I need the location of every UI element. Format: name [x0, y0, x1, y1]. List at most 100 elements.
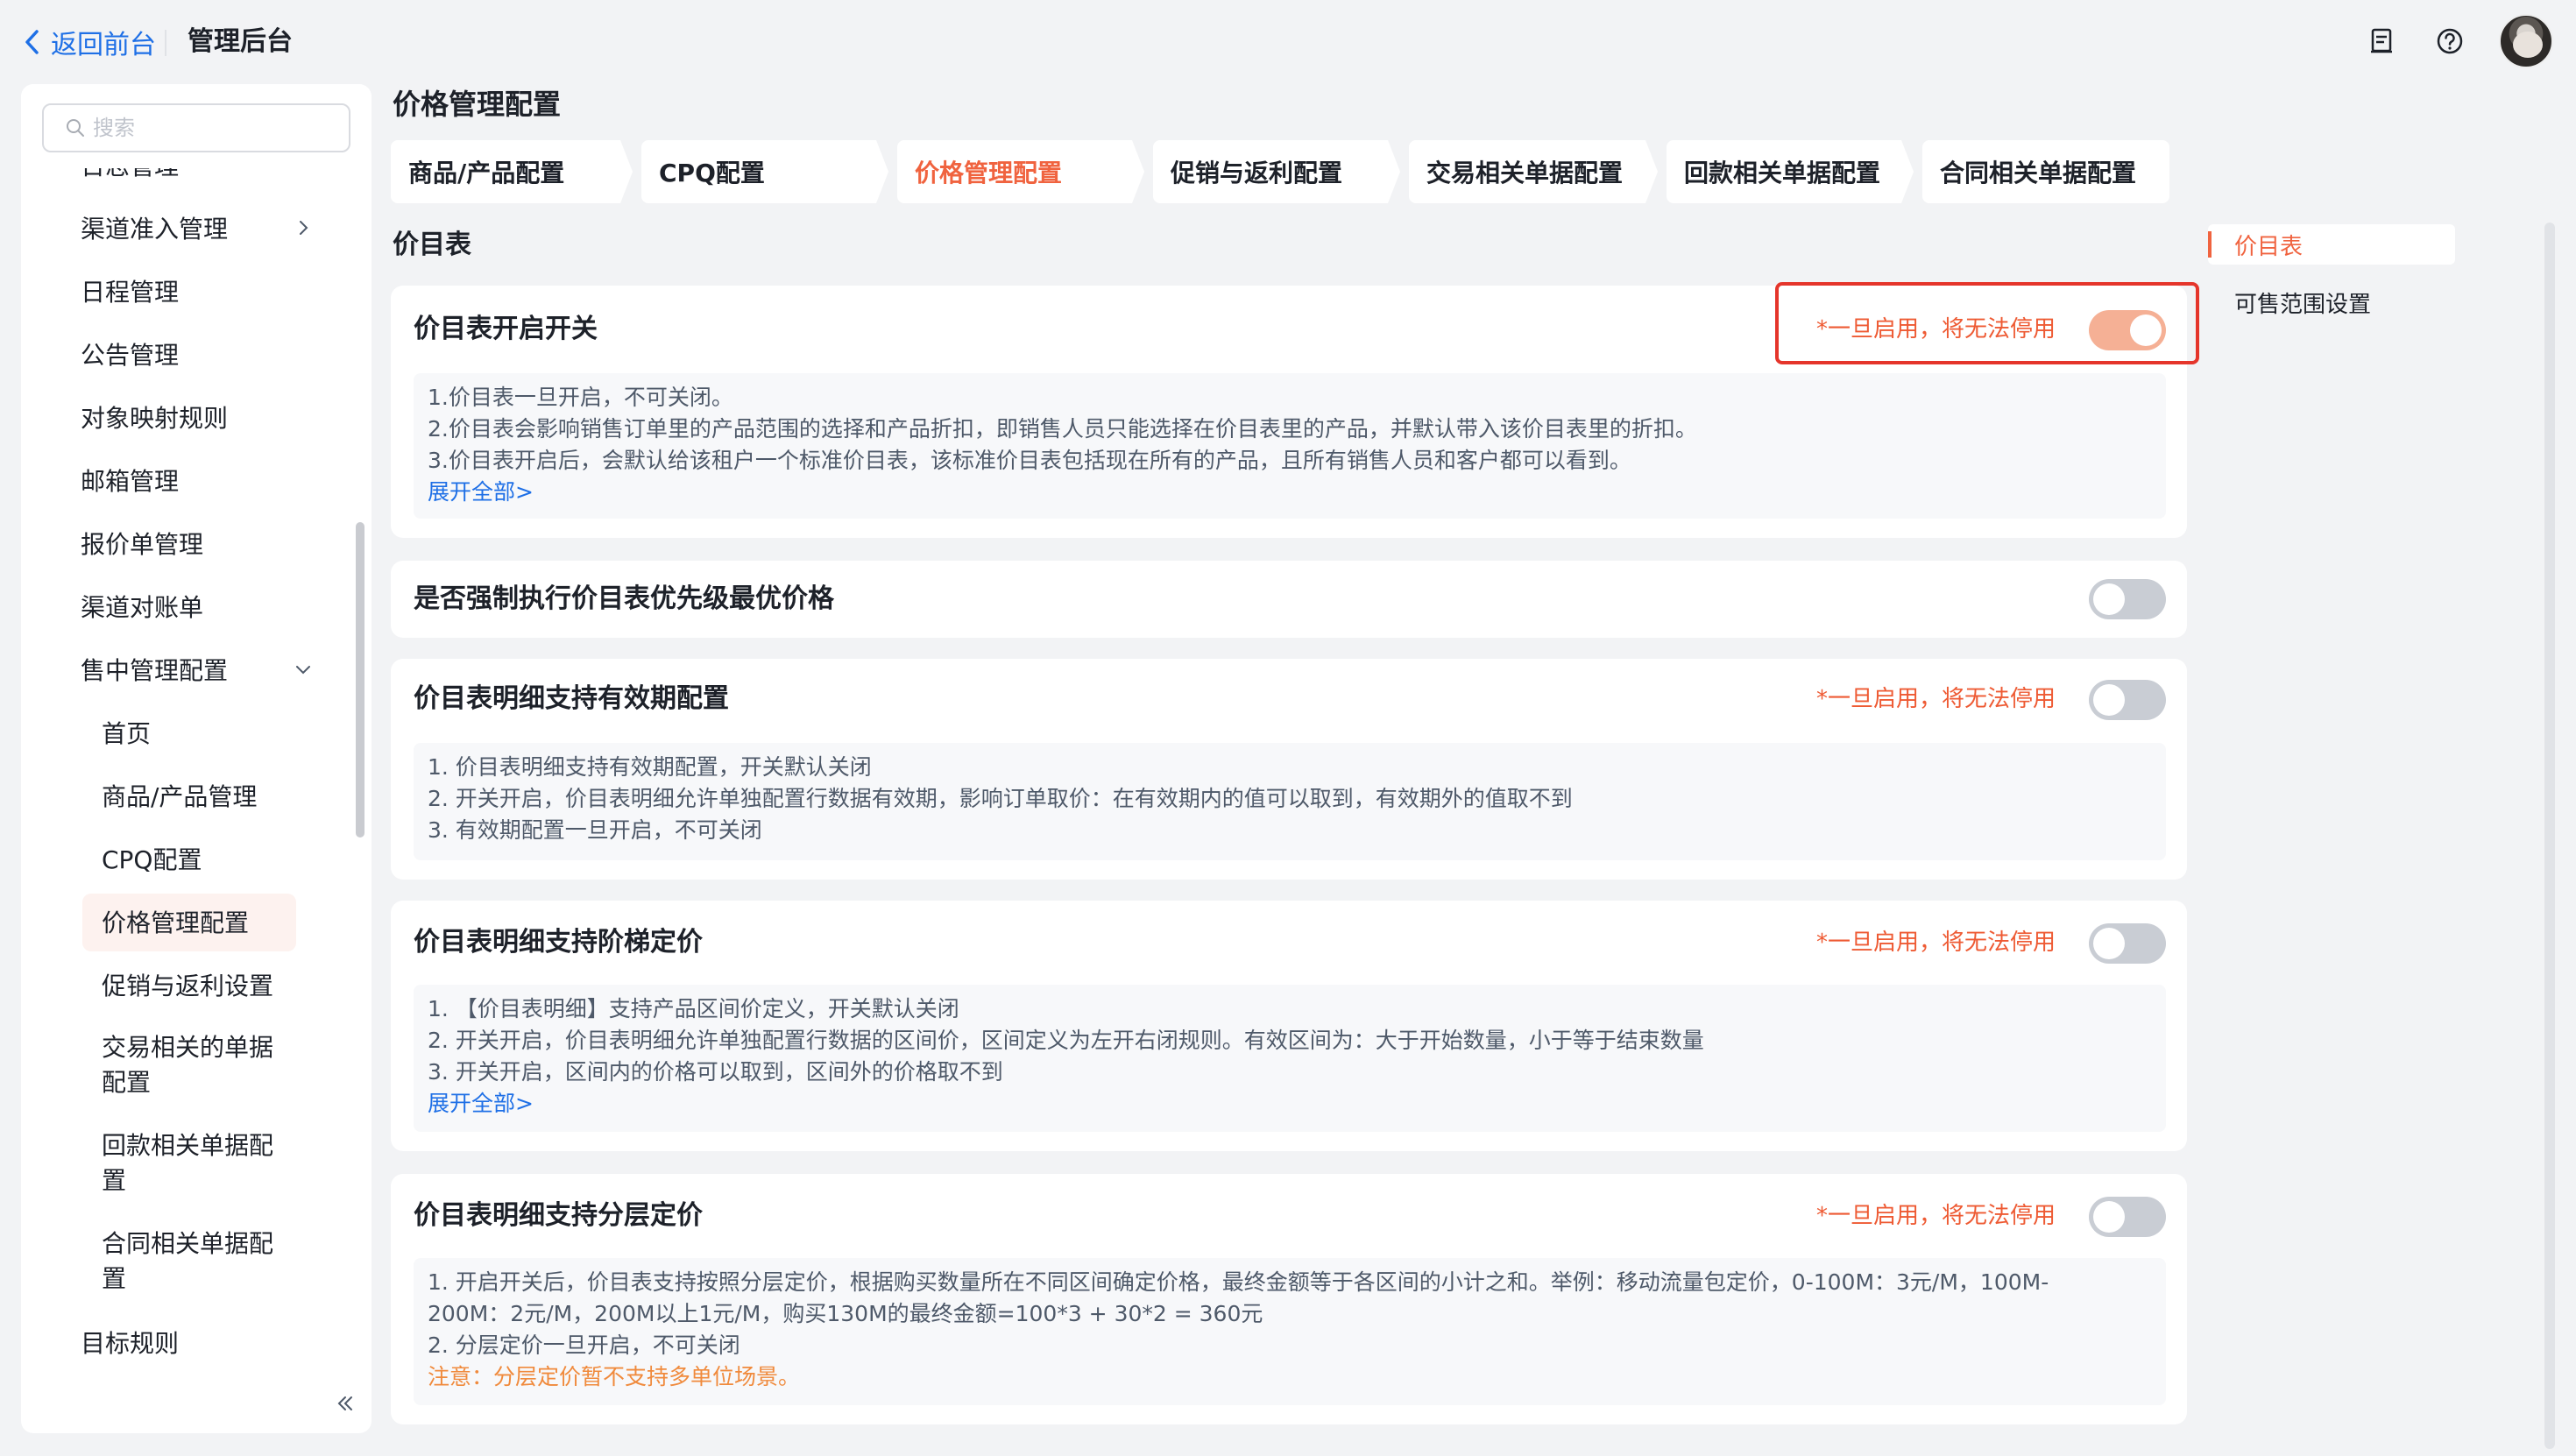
- tab-label: 商品/产品配置: [408, 159, 565, 187]
- price-list-toggle[interactable]: [2089, 310, 2166, 350]
- description-line: 3. 开关开启，区间内的价格可以取到，区间外的价格取不到: [428, 1059, 1003, 1085]
- sidebar-item-logs[interactable]: 日志管理: [21, 168, 354, 196]
- sidebar-item-label: 商品/产品管理: [102, 782, 258, 811]
- sidebar-item-label: 促销与返利设置: [102, 972, 274, 1000]
- sidebar-item-promotion[interactable]: 促销与返利设置: [21, 953, 354, 1016]
- sidebar-menu-list: 日志管理 渠道准入管理 日程管理 公告管理 对象映射规则 邮箱管理 报价单管理 …: [21, 168, 354, 1374]
- sidebar-item-object-mapping[interactable]: 对象映射规则: [21, 385, 354, 449]
- tab-label: 促销与返利配置: [1171, 159, 1343, 187]
- warning-text: *一旦启用，将无法停用: [1815, 929, 2056, 956]
- search-input[interactable]: [93, 116, 338, 140]
- sidebar-item-label: 回款相关单据配置: [102, 1131, 274, 1195]
- description-line: 3. 有效期配置一旦开启，不可关闭: [428, 817, 762, 843]
- warning-text: *一旦启用，将无法停用: [1815, 686, 2056, 712]
- sidebar-item-label: 邮箱管理: [81, 467, 180, 496]
- expand-all-link[interactable]: 展开全部>: [428, 477, 2152, 508]
- sidebar-item-product-management[interactable]: 商品/产品管理: [21, 764, 354, 827]
- sidebar-item-label: 首页: [102, 719, 152, 748]
- anchor-nav: 价目表 可售范围设置: [2208, 224, 2455, 340]
- sidebar-search[interactable]: [42, 103, 350, 152]
- force-best-price-toggle[interactable]: [2089, 579, 2166, 619]
- tab-promotion-config[interactable]: 促销与返利配置: [1153, 140, 1400, 203]
- sidebar-item-trade-docs[interactable]: 交易相关的单据配置: [21, 1016, 354, 1114]
- tab-label: 合同相关单据配置: [1940, 159, 2137, 187]
- description-line: 2.价目表会影响销售订单里的产品范围的选择和产品折扣，即销售人员只能选择在价目表…: [428, 416, 1697, 442]
- chevron-down-icon: [296, 666, 310, 675]
- expand-all-link[interactable]: 展开全部>: [428, 1088, 2152, 1120]
- anchor-label: 价目表: [2234, 233, 2304, 260]
- card-title: 价目表明细支持阶梯定价: [414, 927, 703, 958]
- sidebar-item-label: 目标规则: [81, 1329, 180, 1358]
- card-description: 1. 【价目表明细】支持产品区间价定义，开关默认关闭 2. 开关开启，价目表明细…: [414, 985, 2166, 1132]
- tab-product-config[interactable]: 商品/产品配置: [391, 140, 633, 203]
- sidebar-item-in-sale-config[interactable]: 售中管理配置: [21, 638, 354, 701]
- description-line: 2. 开关开启，价目表明细允许单独配置行数据的区间价，区间定义为左开右闭规则。有…: [428, 1028, 1704, 1053]
- card-title: 价目表明细支持有效期配置: [414, 683, 729, 714]
- tab-contract-docs-config[interactable]: 合同相关单据配置: [1922, 140, 2169, 203]
- user-avatar[interactable]: [2499, 14, 2553, 68]
- description-line: 1.价目表一旦开启，不可关闭。: [428, 385, 733, 410]
- page-title: 价格管理配置: [393, 88, 562, 121]
- description-line: 1. 价目表明细支持有效期配置，开关默认关闭: [428, 754, 872, 780]
- sidebar-item-schedule[interactable]: 日程管理: [21, 259, 354, 322]
- sidebar-item-home[interactable]: 首页: [21, 701, 354, 764]
- chevron-right-icon: [300, 221, 308, 235]
- sidebar-item-contract-docs[interactable]: 合同相关单据配置: [21, 1212, 354, 1311]
- sidebar-item-label: 售中管理配置: [81, 656, 229, 685]
- sidebar-item-label: 价格管理配置: [102, 908, 250, 937]
- setting-card-price-list-switch: 价目表开启开关 *一旦启用，将无法停用 1.价目表一旦开启，不可关闭。 2.价目…: [391, 286, 2187, 538]
- sidebar-item-label: 交易相关的单据配置: [102, 1033, 274, 1097]
- sidebar-item-label: CPQ配置: [102, 845, 202, 874]
- double-chevron-left-icon: [337, 1396, 352, 1410]
- tab-label: 回款相关单据配置: [1684, 159, 1881, 187]
- sidebar-item-label: 渠道准入管理: [81, 215, 229, 244]
- anchor-item-sale-scope[interactable]: 可售范围设置: [2208, 282, 2455, 322]
- setting-card-validity-period: 价目表明细支持有效期配置 *一旦启用，将无法停用 1. 价目表明细支持有效期配置…: [391, 659, 2187, 880]
- sidebar-item-label: 公告管理: [81, 341, 180, 370]
- top-bar: 返回前台 管理后台: [0, 0, 2576, 84]
- sidebar-item-cpq[interactable]: CPQ配置: [21, 827, 354, 890]
- setting-card-layered-pricing: 价目表明细支持分层定价 *一旦启用，将无法停用 1. 开启开关后，价目表支持按照…: [391, 1174, 2187, 1424]
- tab-cpq-config[interactable]: CPQ配置: [641, 140, 888, 203]
- help-icon[interactable]: [2431, 22, 2469, 60]
- sidebar-item-label: 日程管理: [81, 278, 180, 307]
- sidebar-item-mailbox[interactable]: 邮箱管理: [21, 449, 354, 512]
- sidebar-item-label: 对象映射规则: [81, 404, 229, 433]
- layered-pricing-toggle[interactable]: [2089, 1197, 2166, 1237]
- sidebar-item-price-config[interactable]: 价格管理配置: [21, 890, 354, 953]
- sidebar-item-channel-statement[interactable]: 渠道对账单: [21, 575, 354, 638]
- description-line: 1. 开启开关后，价目表支持按照分层定价，根据购买数量所在不同区间确定价格，最终…: [428, 1269, 2049, 1295]
- note-text: 注意：分层定价暂不支持多单位场景。: [428, 1364, 801, 1389]
- tab-label: 交易相关单据配置: [1426, 159, 1624, 187]
- anchor-label: 可售范围设置: [2234, 291, 2372, 318]
- tiered-pricing-toggle[interactable]: [2089, 923, 2166, 964]
- tab-price-config[interactable]: 价格管理配置: [897, 140, 1144, 203]
- anchor-item-price-list[interactable]: 价目表: [2208, 224, 2455, 265]
- tab-trade-docs-config[interactable]: 交易相关单据配置: [1409, 140, 1658, 203]
- document-icon[interactable]: [2362, 22, 2401, 60]
- sidebar-item-announcements[interactable]: 公告管理: [21, 322, 354, 385]
- sidebar-item-payment-docs[interactable]: 回款相关单据配置: [21, 1114, 354, 1212]
- sidebar-scrollbar[interactable]: [356, 522, 364, 838]
- sidebar-item-channel-access[interactable]: 渠道准入管理: [21, 196, 354, 259]
- card-title: 价目表明细支持分层定价: [414, 1200, 703, 1231]
- card-title: 是否强制执行价目表优先级最优价格: [414, 583, 834, 614]
- app-title: 管理后台: [188, 26, 293, 57]
- topbar-divider: [165, 30, 166, 56]
- description-line: 2. 分层定价一旦开启，不可关闭: [428, 1332, 740, 1358]
- back-label: 返回前台: [51, 30, 156, 60]
- back-to-frontend-link[interactable]: 返回前台: [23, 23, 156, 61]
- sidebar-item-target-rules[interactable]: 目标规则: [21, 1311, 354, 1374]
- tab-label: 价格管理配置: [915, 159, 1063, 187]
- card-title: 价目表开启开关: [414, 314, 598, 344]
- warning-text: *一旦启用，将无法停用: [1815, 316, 2056, 343]
- page-scrollbar[interactable]: [2544, 223, 2555, 1449]
- sidebar-item-quotes[interactable]: 报价单管理: [21, 512, 354, 575]
- collapse-sidebar-button[interactable]: [328, 1386, 363, 1421]
- card-description: 1. 开启开关后，价目表支持按照分层定价，根据购买数量所在不同区间确定价格，最终…: [414, 1258, 2166, 1405]
- description-line: 2. 开关开启，价目表明细允许单独配置行数据有效期，影响订单取价：在有效期内的值…: [428, 786, 1573, 811]
- validity-period-toggle[interactable]: [2089, 680, 2166, 720]
- tab-label: CPQ配置: [659, 159, 765, 187]
- sidebar: 日志管理 渠道准入管理 日程管理 公告管理 对象映射规则 邮箱管理 报价单管理 …: [21, 84, 372, 1433]
- tab-payment-docs-config[interactable]: 回款相关单据配置: [1667, 140, 1914, 203]
